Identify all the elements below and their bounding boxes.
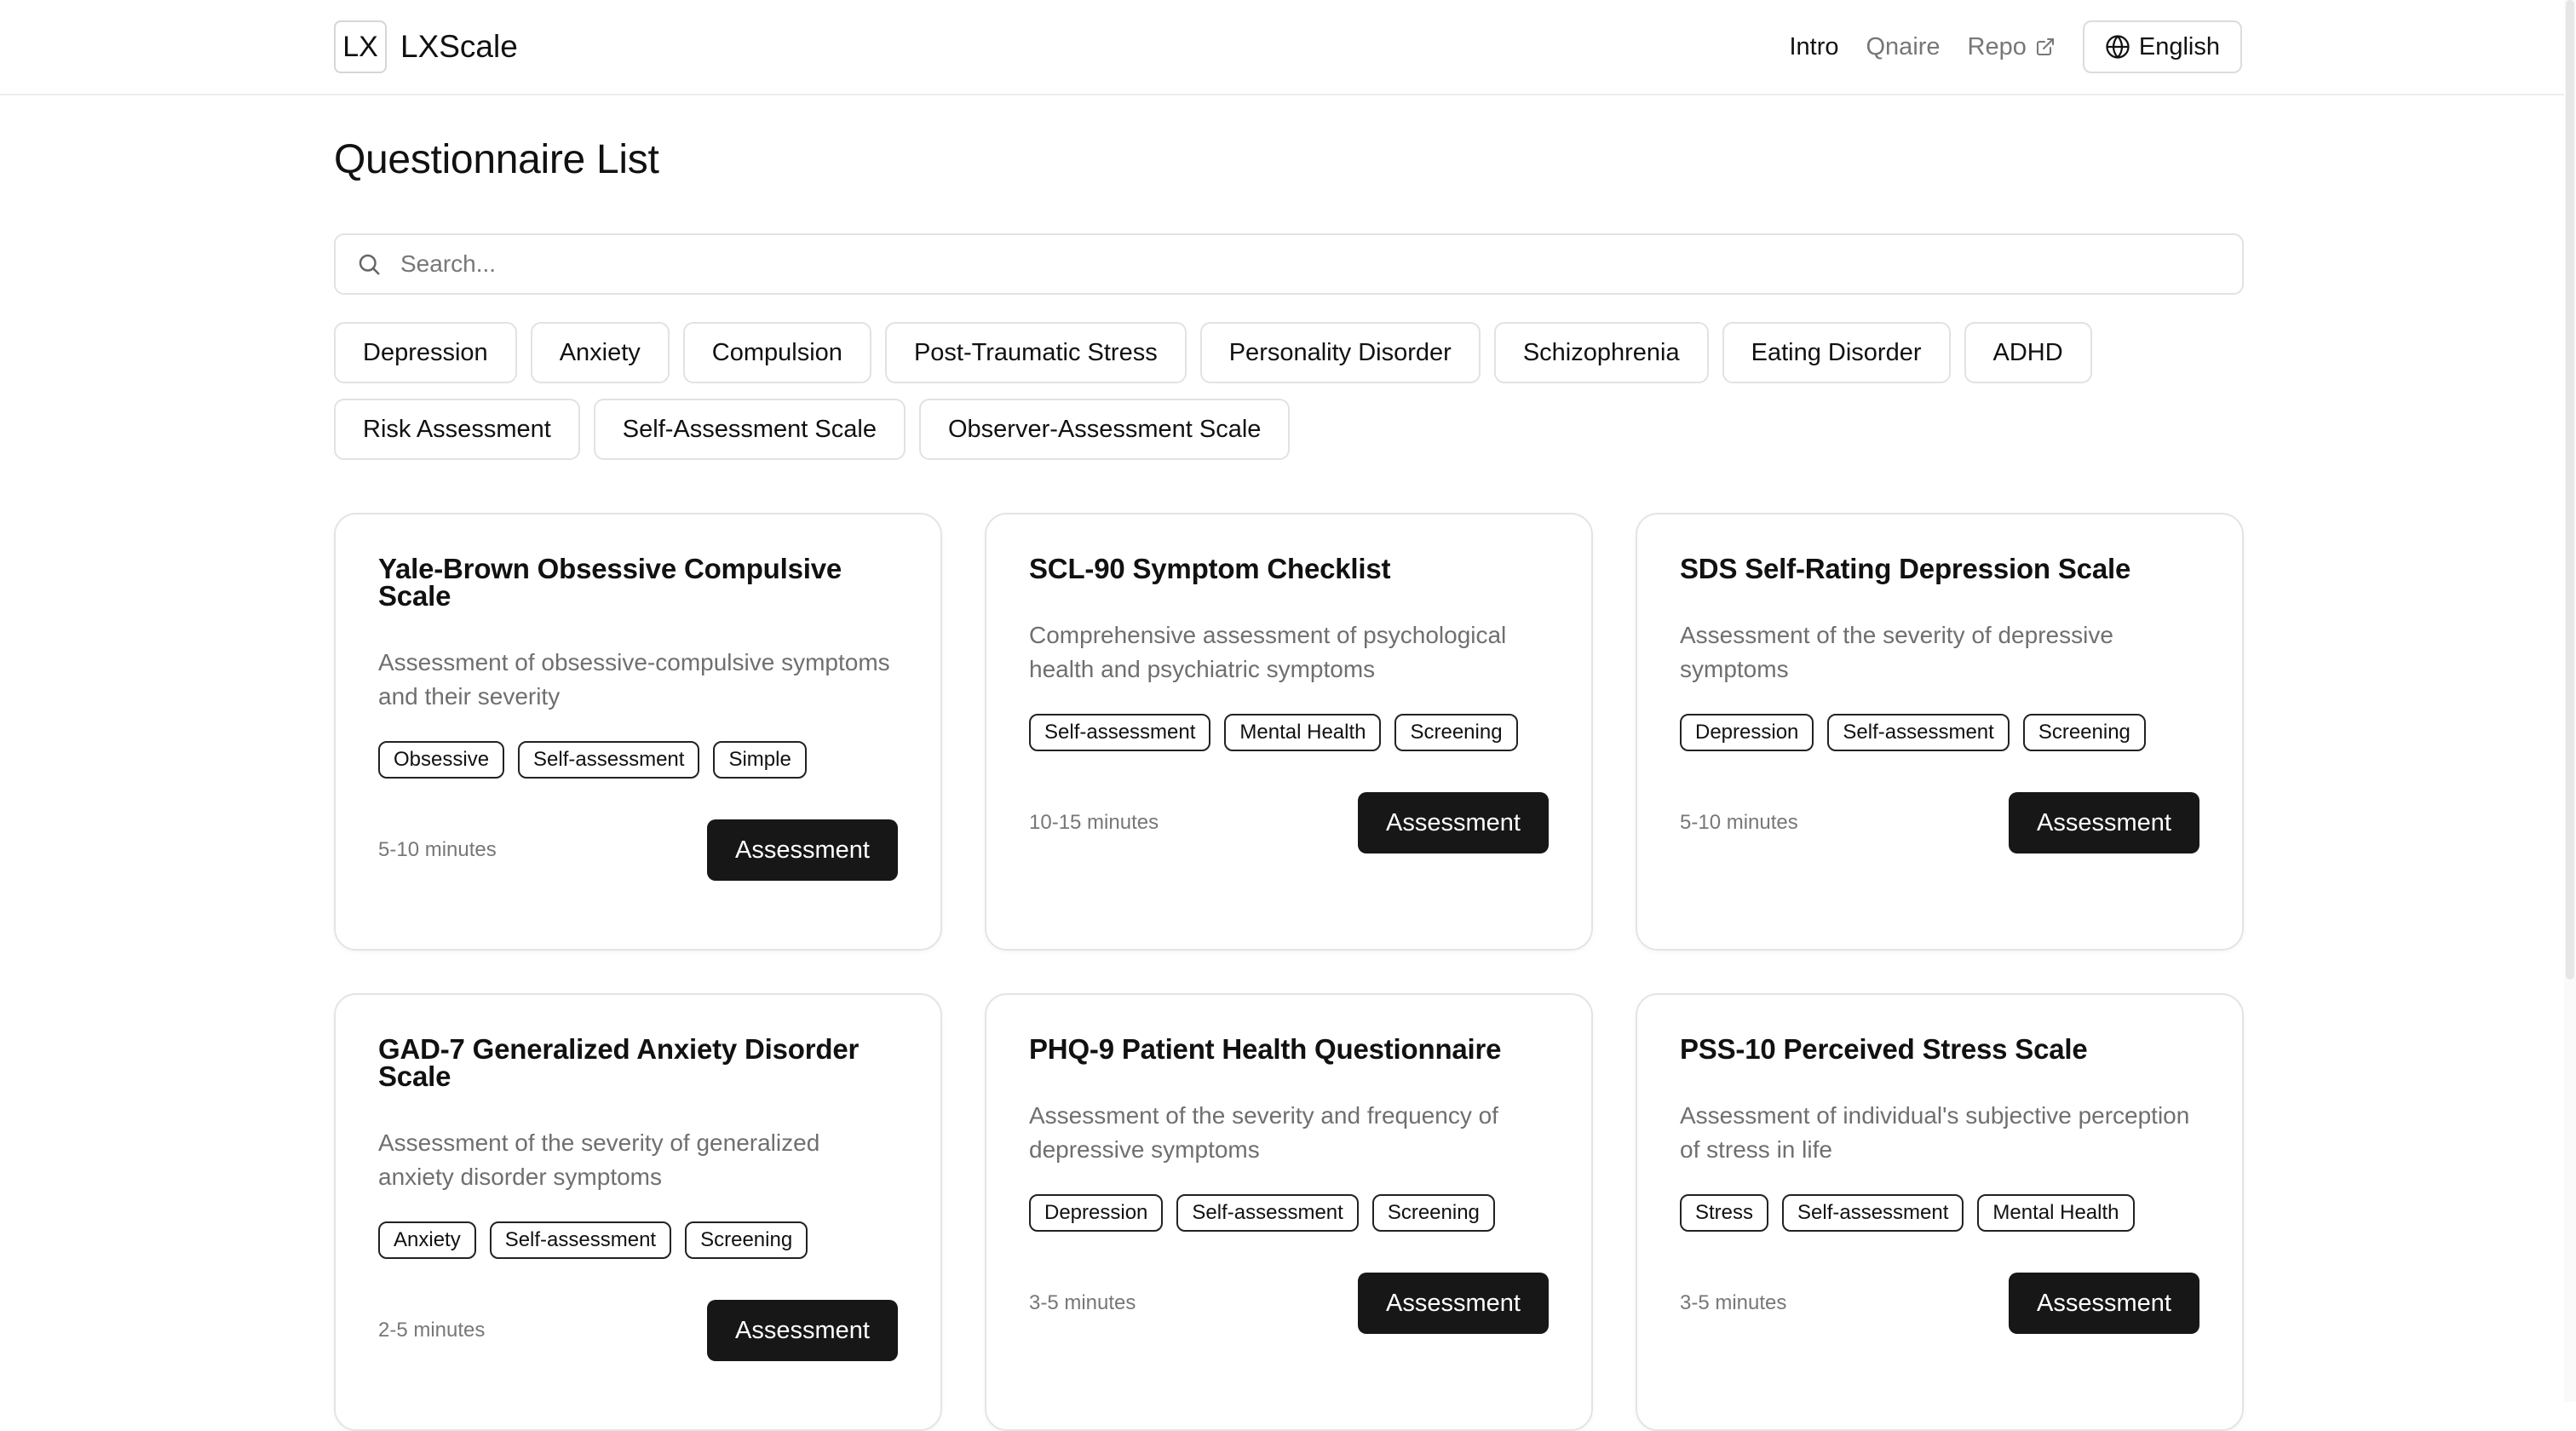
filter-eating-disorder[interactable]: Eating Disorder — [1722, 322, 1951, 383]
filter-chips: Depression Anxiety Compulsion Post-Traum… — [334, 322, 2259, 475]
card-duration: 10-15 minutes — [1029, 811, 1159, 834]
filter-depression[interactable]: Depression — [334, 322, 517, 383]
filter-row: Risk Assessment Self-Assessment Scale Ob… — [334, 399, 2259, 460]
card-duration: 5-10 minutes — [1680, 811, 1798, 834]
tag: Obsessive — [378, 741, 505, 779]
questionnaire-card: SCL-90 Symptom Checklist Comprehensive a… — [985, 513, 1593, 951]
filter-observer-assessment-scale[interactable]: Observer-Assessment Scale — [918, 399, 1291, 460]
page-title: Questionnaire List — [334, 137, 659, 182]
top-header: LX LXScale Intro Qnaire Repo English — [0, 0, 2576, 95]
card-tags: Stress Self-assessment Mental Health — [1680, 1194, 2199, 1232]
card-description: Assessment of individual's subjective pe… — [1680, 1102, 2190, 1163]
filter-adhd[interactable]: ADHD — [1964, 322, 2092, 383]
questionnaire-card: GAD-7 Generalized Anxiety Disorder Scale… — [334, 993, 942, 1431]
logo[interactable]: LX LXScale — [334, 20, 518, 73]
tag: Depression — [1029, 1194, 1164, 1232]
tag: Self-assessment — [489, 1221, 672, 1259]
tag: Screening — [1371, 1194, 1495, 1232]
filter-post-traumatic-stress[interactable]: Post-Traumatic Stress — [884, 322, 1187, 383]
filter-self-assessment-scale[interactable]: Self-Assessment Scale — [593, 399, 906, 460]
tag: Simple — [713, 741, 807, 779]
nav-intro-label: Intro — [1789, 32, 1839, 60]
top-nav: Intro Qnaire Repo English — [1789, 20, 2242, 73]
tag: Self-assessment — [1029, 714, 1211, 751]
card-footer: 5-10 minutes Assessment — [378, 819, 898, 881]
scrollbar[interactable] — [2564, 0, 2576, 1402]
search-icon — [359, 254, 380, 275]
external-link-icon — [2036, 38, 2054, 55]
card-description: Comprehensive assessment of psychologica… — [1029, 622, 1507, 682]
card-tags: Obsessive Self-assessment Simple — [378, 741, 898, 779]
card-duration: 5-10 minutes — [378, 838, 497, 861]
questionnaire-card: SDS Self-Rating Depression Scale Assessm… — [1636, 513, 2244, 951]
tag: Self-assessment — [518, 741, 700, 779]
logo-mark: LX — [334, 20, 387, 73]
nav-repo[interactable]: Repo — [1968, 33, 2056, 61]
card-footer: 10-15 minutes Assessment — [1029, 792, 1549, 853]
card-tags: Anxiety Self-assessment Screening — [378, 1221, 898, 1259]
card-title: Yale-Brown Obsessive Compulsive Scale — [378, 553, 842, 612]
search-bar[interactable] — [334, 233, 2244, 295]
filter-personality-disorder[interactable]: Personality Disorder — [1199, 322, 1481, 383]
globe-icon — [2106, 35, 2130, 59]
filter-anxiety[interactable]: Anxiety — [530, 322, 670, 383]
assessment-button[interactable]: Assessment — [2009, 1273, 2199, 1334]
tag: Depression — [1680, 714, 1814, 751]
card-tags: Self-assessment Mental Health Screening — [1029, 714, 1549, 751]
assessment-button[interactable]: Assessment — [707, 819, 898, 881]
questionnaire-card: PSS-10 Perceived Stress Scale Assessment… — [1636, 993, 2244, 1431]
tag: Self-assessment — [1176, 1194, 1359, 1232]
card-title: PSS-10 Perceived Stress Scale — [1680, 1033, 2088, 1065]
tag: Self-assessment — [1827, 714, 2010, 751]
questionnaire-grid: Yale-Brown Obsessive Compulsive Scale As… — [334, 513, 2244, 1431]
tag: Self-assessment — [1782, 1194, 1964, 1232]
questionnaire-card: PHQ-9 Patient Health Questionnaire Asses… — [985, 993, 1593, 1431]
card-description: Assessment of the severity of generalize… — [378, 1129, 820, 1190]
tag: Mental Health — [1977, 1194, 2135, 1232]
card-footer: 3-5 minutes Assessment — [1680, 1273, 2199, 1334]
assessment-button[interactable]: Assessment — [1358, 1273, 1549, 1334]
nav-intro[interactable]: Intro — [1789, 33, 1838, 61]
tag: Stress — [1680, 1194, 1769, 1232]
assessment-button[interactable]: Assessment — [707, 1300, 898, 1361]
tag: Anxiety — [378, 1221, 476, 1259]
card-description: Assessment of the severity of depressive… — [1680, 622, 2113, 682]
language-button[interactable]: English — [2082, 20, 2242, 73]
card-duration: 3-5 minutes — [1029, 1291, 1136, 1314]
card-duration: 2-5 minutes — [378, 1319, 486, 1342]
tag: Mental Health — [1224, 714, 1382, 751]
card-title: GAD-7 Generalized Anxiety Disorder Scale — [378, 1033, 860, 1092]
assessment-button[interactable]: Assessment — [1358, 792, 1549, 853]
nav-repo-label: Repo — [1967, 32, 2027, 60]
nav-qnaire-label: Qnaire — [1866, 32, 1941, 60]
card-footer: 2-5 minutes Assessment — [378, 1300, 898, 1361]
search-input[interactable] — [399, 250, 2191, 279]
card-description: Assessment of the severity and frequency… — [1029, 1102, 1498, 1163]
tag: Screening — [1394, 714, 1518, 751]
card-footer: 5-10 minutes Assessment — [1680, 792, 2199, 853]
filter-compulsion[interactable]: Compulsion — [682, 322, 871, 383]
card-duration: 3-5 minutes — [1680, 1291, 1787, 1314]
card-title: PHQ-9 Patient Health Questionnaire — [1029, 1033, 1502, 1065]
filter-row: Depression Anxiety Compulsion Post-Traum… — [334, 322, 2259, 383]
card-tags: Depression Self-assessment Screening — [1029, 1194, 1549, 1232]
card-title: SDS Self-Rating Depression Scale — [1680, 553, 2131, 584]
scrollbar-thumb[interactable] — [2566, 0, 2574, 980]
assessment-button[interactable]: Assessment — [2009, 792, 2199, 853]
tag: Screening — [2022, 714, 2146, 751]
filter-schizophrenia[interactable]: Schizophrenia — [1493, 322, 1709, 383]
card-footer: 3-5 minutes Assessment — [1029, 1273, 1549, 1334]
card-title: SCL-90 Symptom Checklist — [1029, 553, 1391, 584]
filter-risk-assessment[interactable]: Risk Assessment — [334, 399, 580, 460]
logo-text: LXScale — [400, 29, 518, 64]
card-tags: Depression Self-assessment Screening — [1680, 714, 2199, 751]
card-description: Assessment of obsessive-compulsive sympt… — [378, 649, 890, 710]
tag: Screening — [685, 1221, 808, 1259]
questionnaire-card: Yale-Brown Obsessive Compulsive Scale As… — [334, 513, 942, 951]
language-label: English — [2138, 32, 2220, 60]
nav-qnaire[interactable]: Qnaire — [1866, 33, 1941, 61]
